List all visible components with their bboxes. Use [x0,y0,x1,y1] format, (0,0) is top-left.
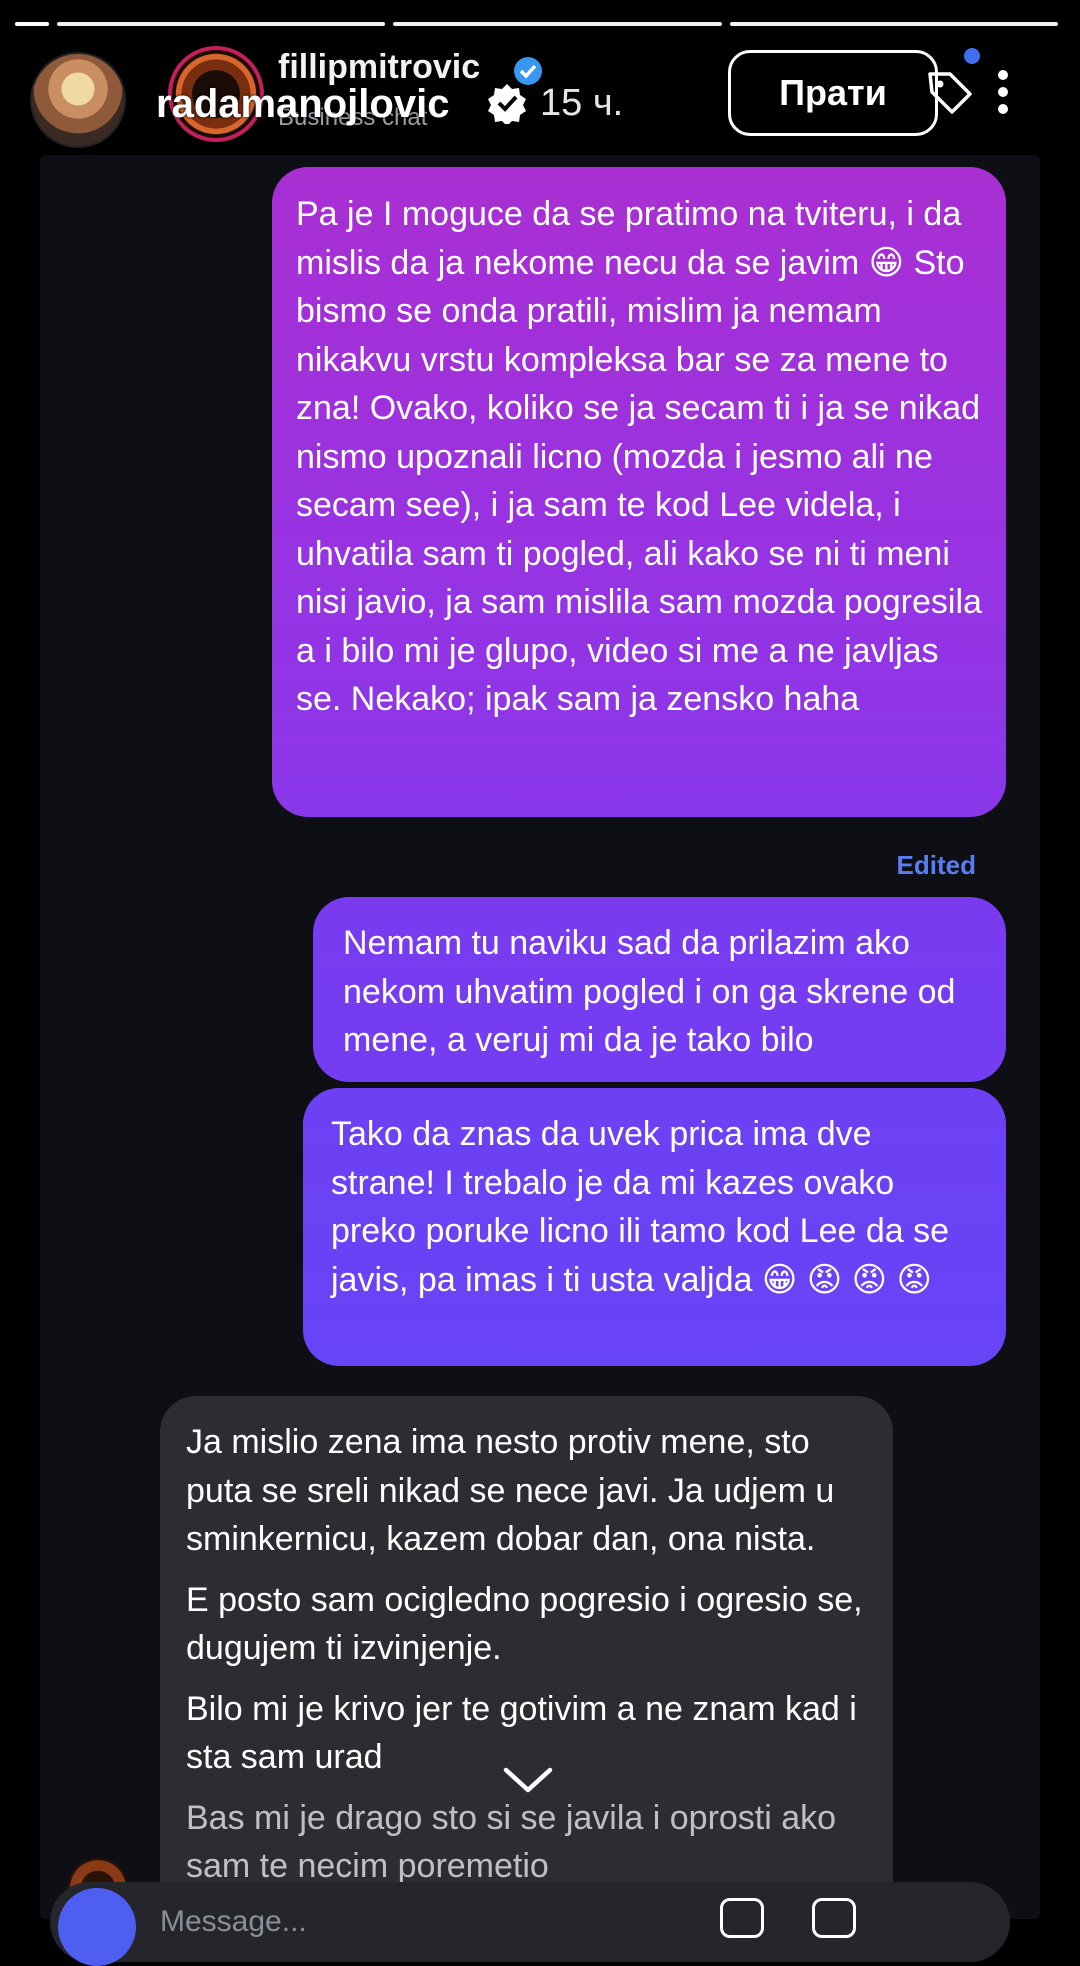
chevron-down-icon[interactable] [502,1764,554,1796]
camera-icon[interactable] [58,1888,136,1966]
message-text: Ja mislio zena ima nesto protiv mene, st… [186,1423,835,1558]
message-bubble-incoming: Ja mislio zena ima nesto protiv mene, st… [160,1396,893,1936]
progress-segment [729,22,1058,26]
story-progress-bar [15,22,1058,28]
message-bubble-outgoing: Tako da znas da uvek prica ima dve stran… [303,1088,1006,1366]
story-timestamp: 15 ч. [540,82,624,124]
notification-dot [964,48,980,64]
progress-segment [15,22,49,26]
progress-segment [57,22,386,26]
message-bubble-outgoing: Pa je I moguce da se pratimo na tviteru,… [272,167,1006,817]
message-text: E posto sam ocigledno pogresio i ogresio… [186,1580,863,1668]
edited-label: Edited [896,850,976,880]
progress-segment [393,22,722,26]
sticker-icon[interactable] [812,1898,856,1938]
follow-button[interactable]: Прати [728,50,938,136]
more-options-icon[interactable] [996,70,1010,120]
story-username[interactable]: radamanojlovic [156,82,449,127]
message-text: Tako da znas da uvek prica ima dve stran… [331,1115,950,1299]
verified-badge-icon [488,84,526,124]
story-user-avatar[interactable] [30,52,126,148]
image-icon[interactable] [720,1898,764,1938]
message-text: Bas mi je drago sto si se javila i opros… [186,1798,837,1886]
message-input[interactable]: Message... [160,1905,307,1939]
message-bubble-outgoing: Nemam tu naviku sad da prilazim ako neko… [313,897,1006,1082]
message-text: Nemam tu naviku sad da prilazim ako neko… [343,924,956,1059]
tag-icon[interactable] [924,66,976,118]
message-text: Pa je I moguce da se pratimo na tviteru,… [296,195,982,718]
